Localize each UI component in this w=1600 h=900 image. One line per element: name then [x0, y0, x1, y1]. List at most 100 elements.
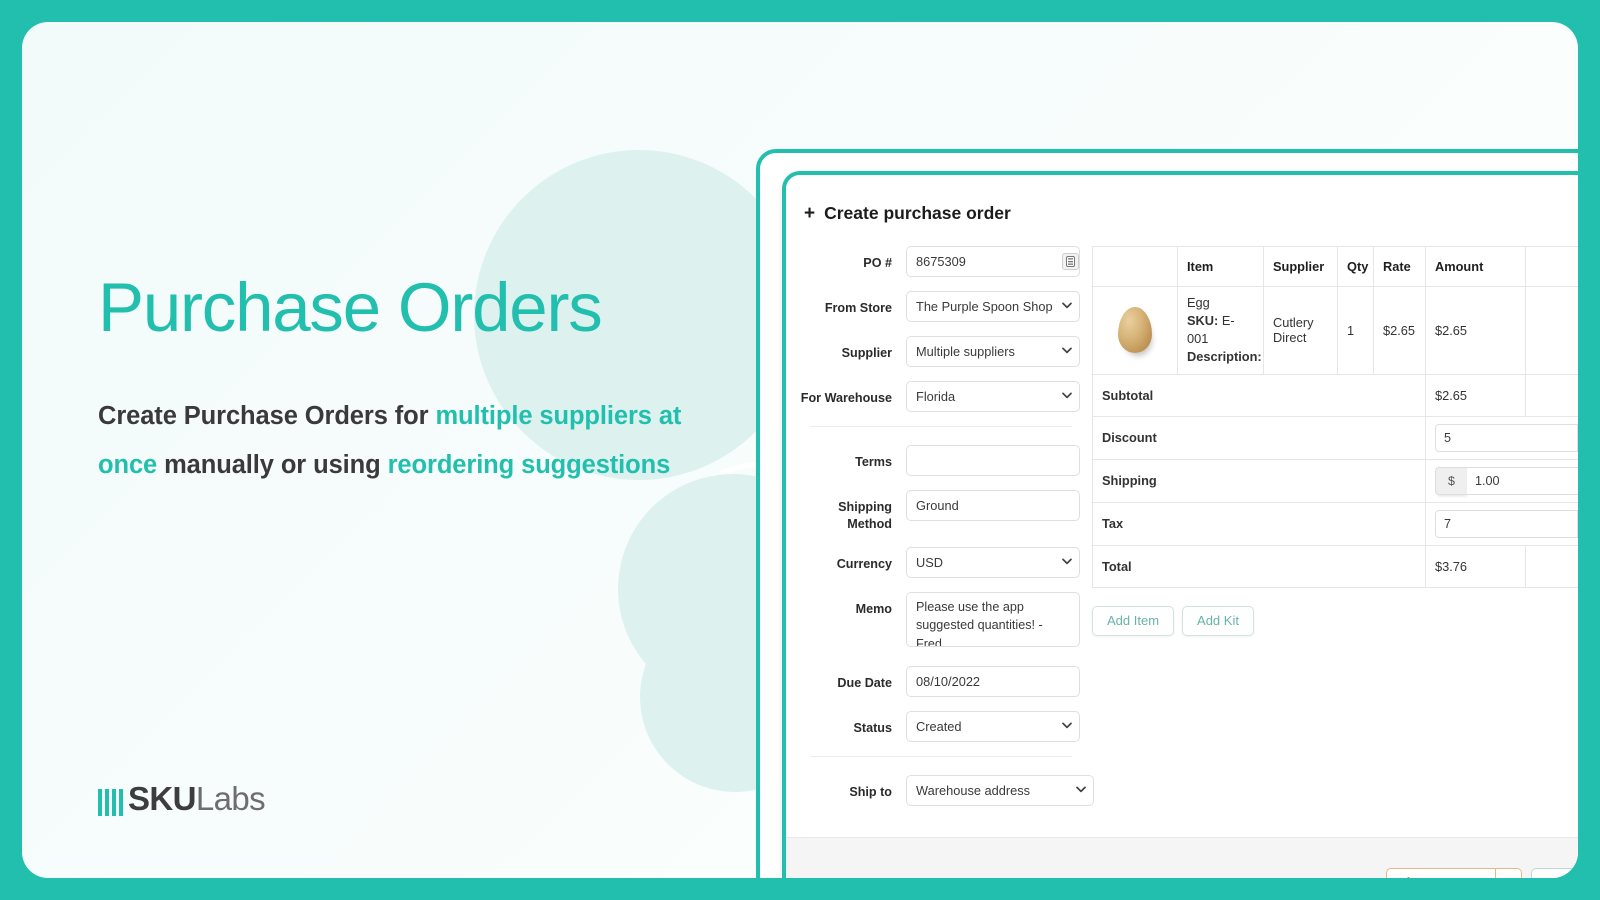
subtotal-row: Subtotal $2.65 — [1092, 373, 1578, 417]
shipping-input[interactable] — [1467, 466, 1578, 495]
item-description-label: Description: — [1187, 349, 1262, 365]
hero-section: Purchase Orders Create Purchase Orders f… — [98, 272, 718, 491]
field-row-shipping-method: Shipping Method — [796, 490, 1086, 533]
send-label: Send — [1568, 876, 1578, 878]
th-qty: Qty — [1337, 246, 1374, 287]
add-items-button[interactable]: Add items — [1385, 867, 1497, 878]
send-button[interactable]: Send — [1531, 867, 1578, 878]
th-amount: Amount — [1425, 246, 1526, 287]
cell-supplier: Cutlery Direct — [1263, 286, 1338, 375]
total-label: Total — [1092, 544, 1426, 588]
hero-sub-text-2: manually or using — [157, 451, 388, 480]
cell-item-image — [1092, 286, 1178, 375]
label-shipping-method: Shipping Method — [838, 500, 892, 531]
cell-item-details: Egg SKU: E-001 Description: — [1177, 286, 1264, 375]
label-currency: Currency — [836, 557, 892, 571]
field-row-supplier: Supplier Multiple suppliers — [796, 336, 1086, 367]
label-due-date: Due Date — [837, 676, 892, 690]
label-supplier: Supplier — [841, 346, 892, 360]
memo-textarea[interactable]: Please use the app suggested quantities!… — [906, 592, 1080, 647]
send-split-button: Send — [1531, 867, 1578, 878]
shipping-method-input[interactable] — [906, 490, 1080, 521]
subtotal-value: $2.65 — [1425, 373, 1526, 417]
shipping-row: Shipping $ — [1092, 458, 1578, 503]
hero-sub-highlight-2: reordering suggestions — [387, 451, 671, 480]
field-row-po-number: PO # — [796, 246, 1086, 277]
hero-sub-text-1: Create Purchase Orders for — [98, 401, 436, 430]
label-from-store: From Store — [824, 301, 892, 315]
cell-qty: 1 — [1337, 286, 1374, 375]
promo-card: Purchase Orders Create Purchase Orders f… — [22, 22, 1578, 878]
label-memo: Memo — [855, 602, 892, 616]
table-row[interactable]: Egg SKU: E-001 Description: Cutlery Dire… — [1092, 286, 1578, 375]
add-kit-button[interactable]: Add Kit — [1182, 605, 1254, 636]
tax-input[interactable] — [1435, 509, 1578, 538]
envelope-icon — [1548, 876, 1561, 878]
plus-icon — [1403, 876, 1414, 878]
cell-amount: $2.65 — [1425, 286, 1526, 375]
label-for-warehouse: For Warehouse — [800, 391, 892, 405]
tax-field-cell: % — [1425, 501, 1578, 546]
app-footer-bar: Add items Send — [786, 837, 1578, 878]
form-divider-2 — [810, 756, 1072, 757]
field-row-due-date: Due Date — [796, 666, 1086, 697]
th-image — [1092, 246, 1178, 287]
from-store-select[interactable]: The Purple Spoon Shop — [906, 291, 1080, 322]
app-content: + Create purchase order PO # 8675309 Fro… — [786, 175, 1578, 837]
terms-input[interactable] — [906, 445, 1080, 476]
th-supplier: Supplier — [1263, 246, 1338, 287]
app-header: + Create purchase order — [804, 203, 1578, 224]
tax-label: Tax — [1092, 501, 1426, 546]
logo-text-sku: SKU — [128, 780, 196, 817]
item-sku-label: SKU: — [1187, 313, 1219, 329]
label-ship-to: Ship to — [849, 785, 892, 799]
line-items-table: Item Supplier Qty Rate Amount Egg SKU: E… — [1092, 246, 1578, 588]
add-items-dropdown-toggle[interactable] — [1496, 867, 1523, 878]
field-row-currency: Currency USD — [796, 547, 1086, 578]
table-header-row: Item Supplier Qty Rate Amount — [1092, 246, 1578, 287]
discount-row: Discount % — [1092, 415, 1578, 460]
currency-select[interactable]: USD — [906, 547, 1080, 578]
th-rate: Rate — [1373, 246, 1426, 287]
label-status: Status — [853, 721, 893, 735]
th-actions — [1525, 246, 1578, 287]
app-window: + Create purchase order PO # 8675309 Fro… — [782, 171, 1578, 878]
line-items-section: Item Supplier Qty Rate Amount Egg SKU: E… — [1086, 246, 1578, 820]
field-row-status: Status Created — [796, 711, 1086, 742]
field-row-terms: Terms — [796, 445, 1086, 476]
add-items-split-button: Add items — [1385, 867, 1523, 878]
total-row: Total $3.76 — [1092, 544, 1578, 588]
purchase-order-form: PO # From Store — [786, 246, 1094, 820]
copy-icon[interactable] — [1062, 253, 1079, 270]
for-warehouse-select[interactable]: Florida — [906, 381, 1080, 412]
status-select[interactable]: Created — [906, 711, 1080, 742]
cell-rate: $2.65 — [1373, 286, 1426, 375]
field-row-memo: Memo Please use the app suggested quanti… — [796, 592, 1086, 652]
shipping-input-group: $ — [1435, 466, 1578, 495]
ship-to-select[interactable]: Warehouse address — [906, 775, 1094, 806]
subtotal-spacer — [1525, 373, 1578, 417]
item-name: Egg — [1187, 295, 1210, 310]
supplier-select[interactable]: Multiple suppliers — [906, 336, 1080, 367]
hero-subtitle: Create Purchase Orders for multiple supp… — [98, 392, 718, 491]
th-item: Item — [1177, 246, 1264, 287]
tax-input-group: % — [1435, 509, 1578, 538]
due-date-input[interactable] — [906, 666, 1080, 697]
total-spacer — [1525, 544, 1578, 588]
cell-actions — [1525, 286, 1578, 375]
shipping-label: Shipping — [1092, 458, 1426, 503]
page-title: Purchase Orders — [98, 269, 603, 346]
po-number-input[interactable] — [906, 246, 1080, 277]
egg-thumbnail-icon — [1118, 307, 1152, 354]
field-row-from-store: From Store The Purple Spoon Shop — [796, 291, 1086, 322]
add-item-button[interactable]: Add Item — [1092, 605, 1175, 636]
label-po-number: PO # — [863, 256, 892, 270]
logo-bars-icon — [98, 789, 123, 818]
tax-row: Tax % — [1092, 501, 1578, 546]
label-terms: Terms — [855, 455, 892, 469]
shipping-field-cell: $ — [1425, 458, 1578, 503]
discount-input-group: % — [1435, 423, 1578, 452]
form-divider-1 — [810, 426, 1072, 427]
app-title-text: Create purchase order — [824, 203, 1011, 223]
discount-input[interactable] — [1435, 423, 1578, 452]
